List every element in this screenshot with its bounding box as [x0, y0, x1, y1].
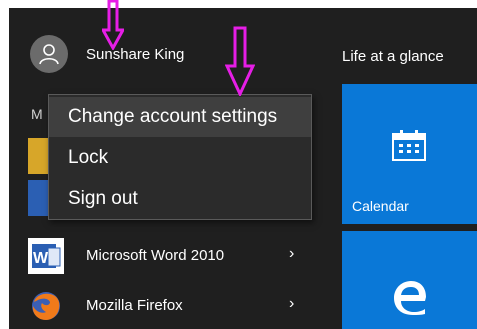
- calendar-tile-label: Calendar: [352, 198, 409, 214]
- edge-icon: [394, 281, 426, 315]
- calendar-tile[interactable]: Calendar: [342, 84, 477, 224]
- app-label: Mozilla Firefox: [86, 297, 183, 314]
- change-account-settings-menu-item[interactable]: Change account settings: [49, 97, 311, 137]
- chevron-right-icon[interactable]: ›: [289, 295, 294, 313]
- lock-menu-item[interactable]: Lock: [49, 138, 311, 178]
- sign-out-menu-item[interactable]: Sign out: [49, 179, 311, 219]
- app-label: Microsoft Word 2010: [86, 247, 225, 264]
- annotation-arrow-icon: [225, 26, 255, 96]
- chevron-right-icon[interactable]: ›: [289, 245, 294, 263]
- section-letter[interactable]: M: [31, 106, 43, 122]
- edge-tile[interactable]: [342, 231, 477, 329]
- firefox-icon: [28, 288, 64, 324]
- tiles-group-header: Life at a glance: [342, 48, 444, 65]
- calendar-icon: [392, 130, 426, 161]
- annotation-arrow-icon: [102, 0, 124, 50]
- user-name-button[interactable]: Sunshare King: [86, 46, 184, 63]
- svg-text:W: W: [33, 250, 49, 267]
- user-avatar[interactable]: [30, 35, 68, 73]
- app-item-firefox[interactable]: Mozilla Firefox ›: [9, 286, 329, 326]
- app-item-word[interactable]: W Microsoft Word 2010 ›: [9, 236, 329, 276]
- account-context-menu: Change account settings Lock Sign out: [48, 94, 312, 220]
- person-icon: [39, 44, 59, 65]
- word-icon: W: [28, 238, 64, 274]
